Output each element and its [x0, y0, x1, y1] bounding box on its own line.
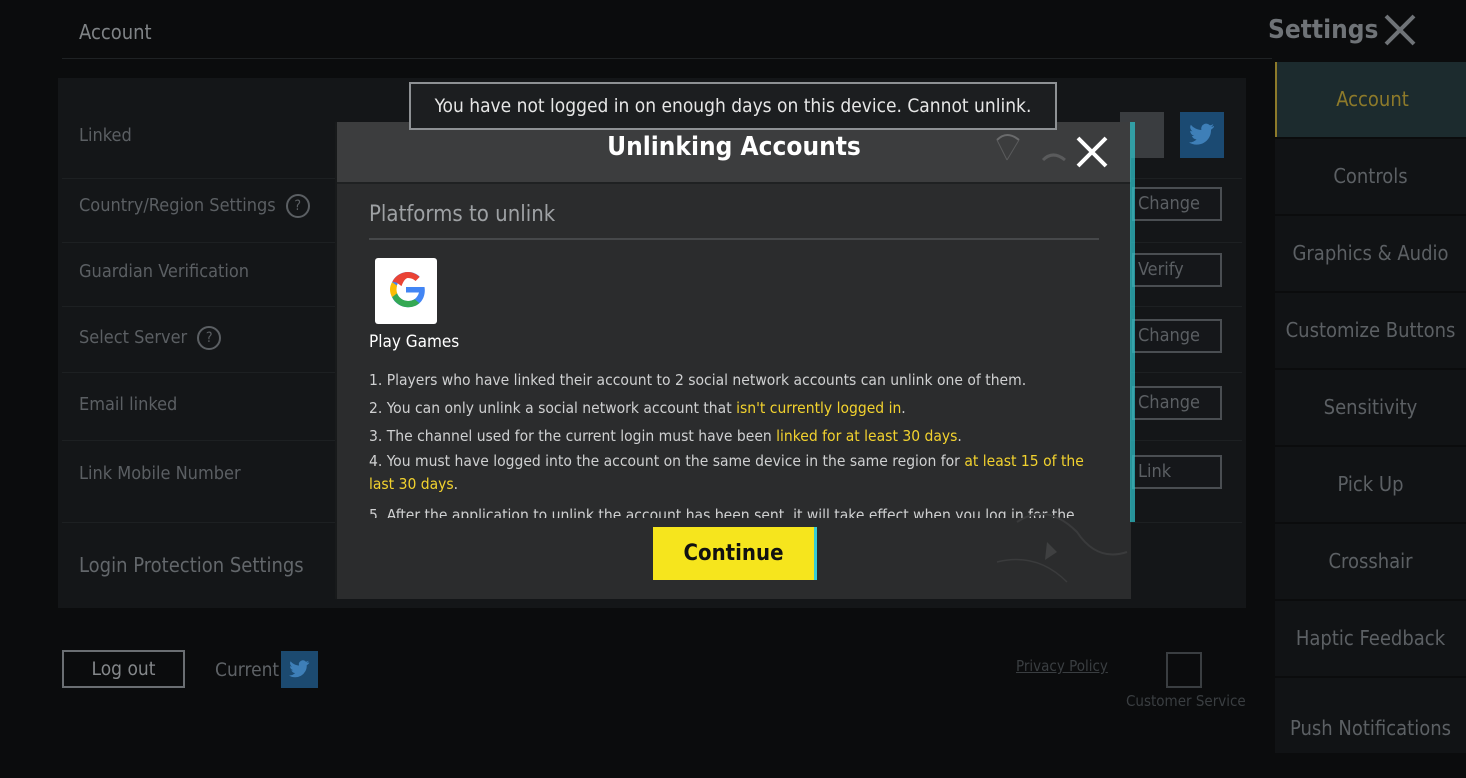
- row-guardian-verification: Guardian Verification: [79, 261, 250, 282]
- error-toast: You have not logged in on enough days on…: [409, 82, 1057, 130]
- sidebar-item-crosshair[interactable]: Crosshair: [1275, 524, 1466, 599]
- section-divider: [369, 238, 1099, 240]
- dialog-title: Unlinking Accounts: [607, 132, 861, 162]
- accent-edge: [1130, 122, 1135, 522]
- privacy-policy-link[interactable]: Privacy Policy: [1016, 657, 1108, 675]
- logout-button[interactable]: Log out: [62, 650, 185, 688]
- settings-sidebar: Account Controls Graphics & Audio Custom…: [1275, 62, 1466, 753]
- twitter-icon: [281, 651, 318, 688]
- row-country-region: Country/Region Settings?: [79, 194, 310, 218]
- help-icon[interactable]: ?: [197, 326, 222, 350]
- row-link-mobile: Link Mobile Number: [79, 463, 241, 484]
- change-button[interactable]: Change: [1132, 319, 1222, 353]
- sidebar-item-haptic-feedback[interactable]: Haptic Feedback: [1275, 601, 1466, 676]
- help-icon[interactable]: ?: [285, 194, 310, 218]
- settings-title: Settings: [1268, 15, 1379, 45]
- unlink-rules: 1. Players who have linked their account…: [369, 366, 1099, 518]
- customer-service-icon[interactable]: [1166, 652, 1202, 688]
- sidebar-item-sensitivity[interactable]: Sensitivity: [1275, 370, 1466, 445]
- map-decoration: [996, 513, 1128, 583]
- account-section-title: Account: [79, 20, 152, 44]
- row-linked: Linked: [79, 125, 132, 146]
- rule-item: 1. Players who have linked their account…: [369, 371, 1027, 389]
- rule-item: 2. You can only unlink a social network …: [369, 399, 906, 417]
- continue-button[interactable]: Continue: [653, 527, 817, 580]
- rule-item: 3. The channel used for the current logi…: [369, 427, 962, 445]
- customer-service-label[interactable]: Customer Service: [1126, 692, 1246, 710]
- sidebar-item-push-notifications[interactable]: Push Notifications: [1275, 678, 1466, 753]
- sidebar-item-pick-up[interactable]: Pick Up: [1275, 447, 1466, 522]
- verify-button[interactable]: Verify: [1132, 253, 1222, 287]
- close-icon[interactable]: [1074, 134, 1110, 170]
- current-label: Current: [215, 659, 280, 681]
- header-divider: [62, 58, 1272, 59]
- unlink-accounts-dialog: Unlinking Accounts Platforms to unlink P…: [335, 122, 1135, 599]
- settings-close-icon[interactable]: [1382, 12, 1418, 48]
- sidebar-item-controls[interactable]: Controls: [1275, 139, 1466, 214]
- change-button[interactable]: Change: [1132, 187, 1222, 221]
- platforms-section-title: Platforms to unlink: [369, 202, 556, 227]
- platform-label: Play Games: [369, 332, 460, 352]
- linked-twitter-icon: [1180, 112, 1224, 158]
- google-icon[interactable]: [375, 258, 437, 324]
- link-button[interactable]: Link: [1132, 455, 1222, 489]
- row-select-server: Select Server?: [79, 326, 222, 350]
- sidebar-item-graphics-audio[interactable]: Graphics & Audio: [1275, 216, 1466, 291]
- sidebar-item-customize-buttons[interactable]: Customize Buttons: [1275, 293, 1466, 368]
- sidebar-item-account[interactable]: Account: [1275, 62, 1466, 137]
- change-button[interactable]: Change: [1132, 386, 1222, 420]
- row-email-linked: Email linked: [79, 394, 178, 415]
- rule-item: 4. You must have logged into the account…: [369, 452, 1084, 493]
- login-protection-label[interactable]: Login Protection Settings: [79, 553, 304, 577]
